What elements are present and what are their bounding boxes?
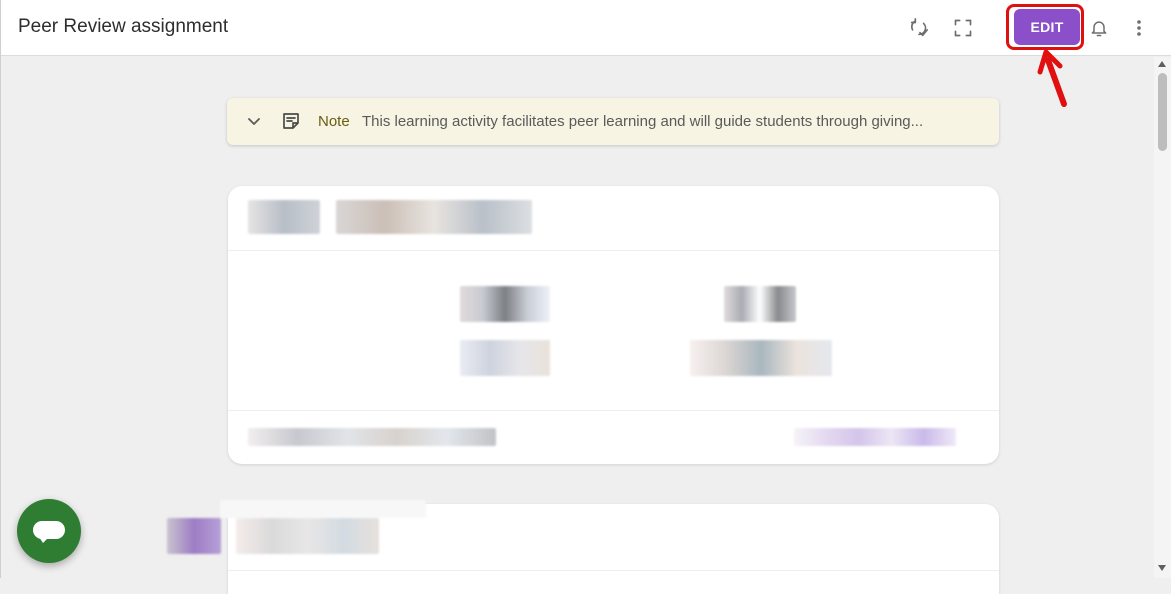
- note-banner[interactable]: Note This learning activity facilitates …: [227, 98, 999, 145]
- card-divider: [228, 410, 999, 411]
- card-divider: [228, 570, 999, 571]
- edit-button-highlight: [1006, 4, 1084, 50]
- scroll-up-icon[interactable]: [1158, 61, 1166, 67]
- blurred-student-name: [236, 518, 379, 554]
- blurred-footer-text: [248, 428, 496, 446]
- note-text: This learning activity facilitates peer …: [362, 113, 924, 130]
- pointer-arrow-icon: [1037, 50, 1067, 107]
- sync-check-icon[interactable]: [907, 16, 931, 40]
- card-divider: [228, 250, 999, 251]
- page-title: Peer Review assignment: [18, 16, 229, 37]
- bell-icon[interactable]: [1087, 16, 1111, 40]
- chat-icon: [33, 521, 65, 539]
- fullscreen-icon[interactable]: [951, 16, 975, 40]
- chat-icon-tail: [39, 537, 49, 543]
- window-edge: [0, 0, 1, 578]
- assignment-card: [228, 186, 999, 464]
- blurred-stat-label: [690, 340, 832, 376]
- blurred-stat-value: [460, 286, 550, 322]
- blurred-stat-label: [460, 340, 550, 376]
- blurred-heading: [220, 500, 426, 518]
- blurred-heading: [336, 200, 532, 234]
- blurred-heading: [248, 200, 320, 234]
- blurred-footer-link[interactable]: [794, 428, 956, 446]
- scroll-down-icon[interactable]: [1158, 565, 1166, 571]
- scroll-thumb[interactable]: [1158, 73, 1167, 151]
- avatar: [167, 518, 221, 554]
- blurred-stat-value: [724, 286, 796, 322]
- chat-button[interactable]: [17, 499, 81, 563]
- scrollbar[interactable]: [1154, 57, 1171, 578]
- note-icon: [283, 113, 299, 129]
- top-bar: Peer Review assignment EDIT: [1, 0, 1171, 56]
- more-vert-icon[interactable]: [1127, 16, 1151, 40]
- note-label: Note: [318, 113, 350, 130]
- chevron-down-icon[interactable]: [247, 112, 261, 130]
